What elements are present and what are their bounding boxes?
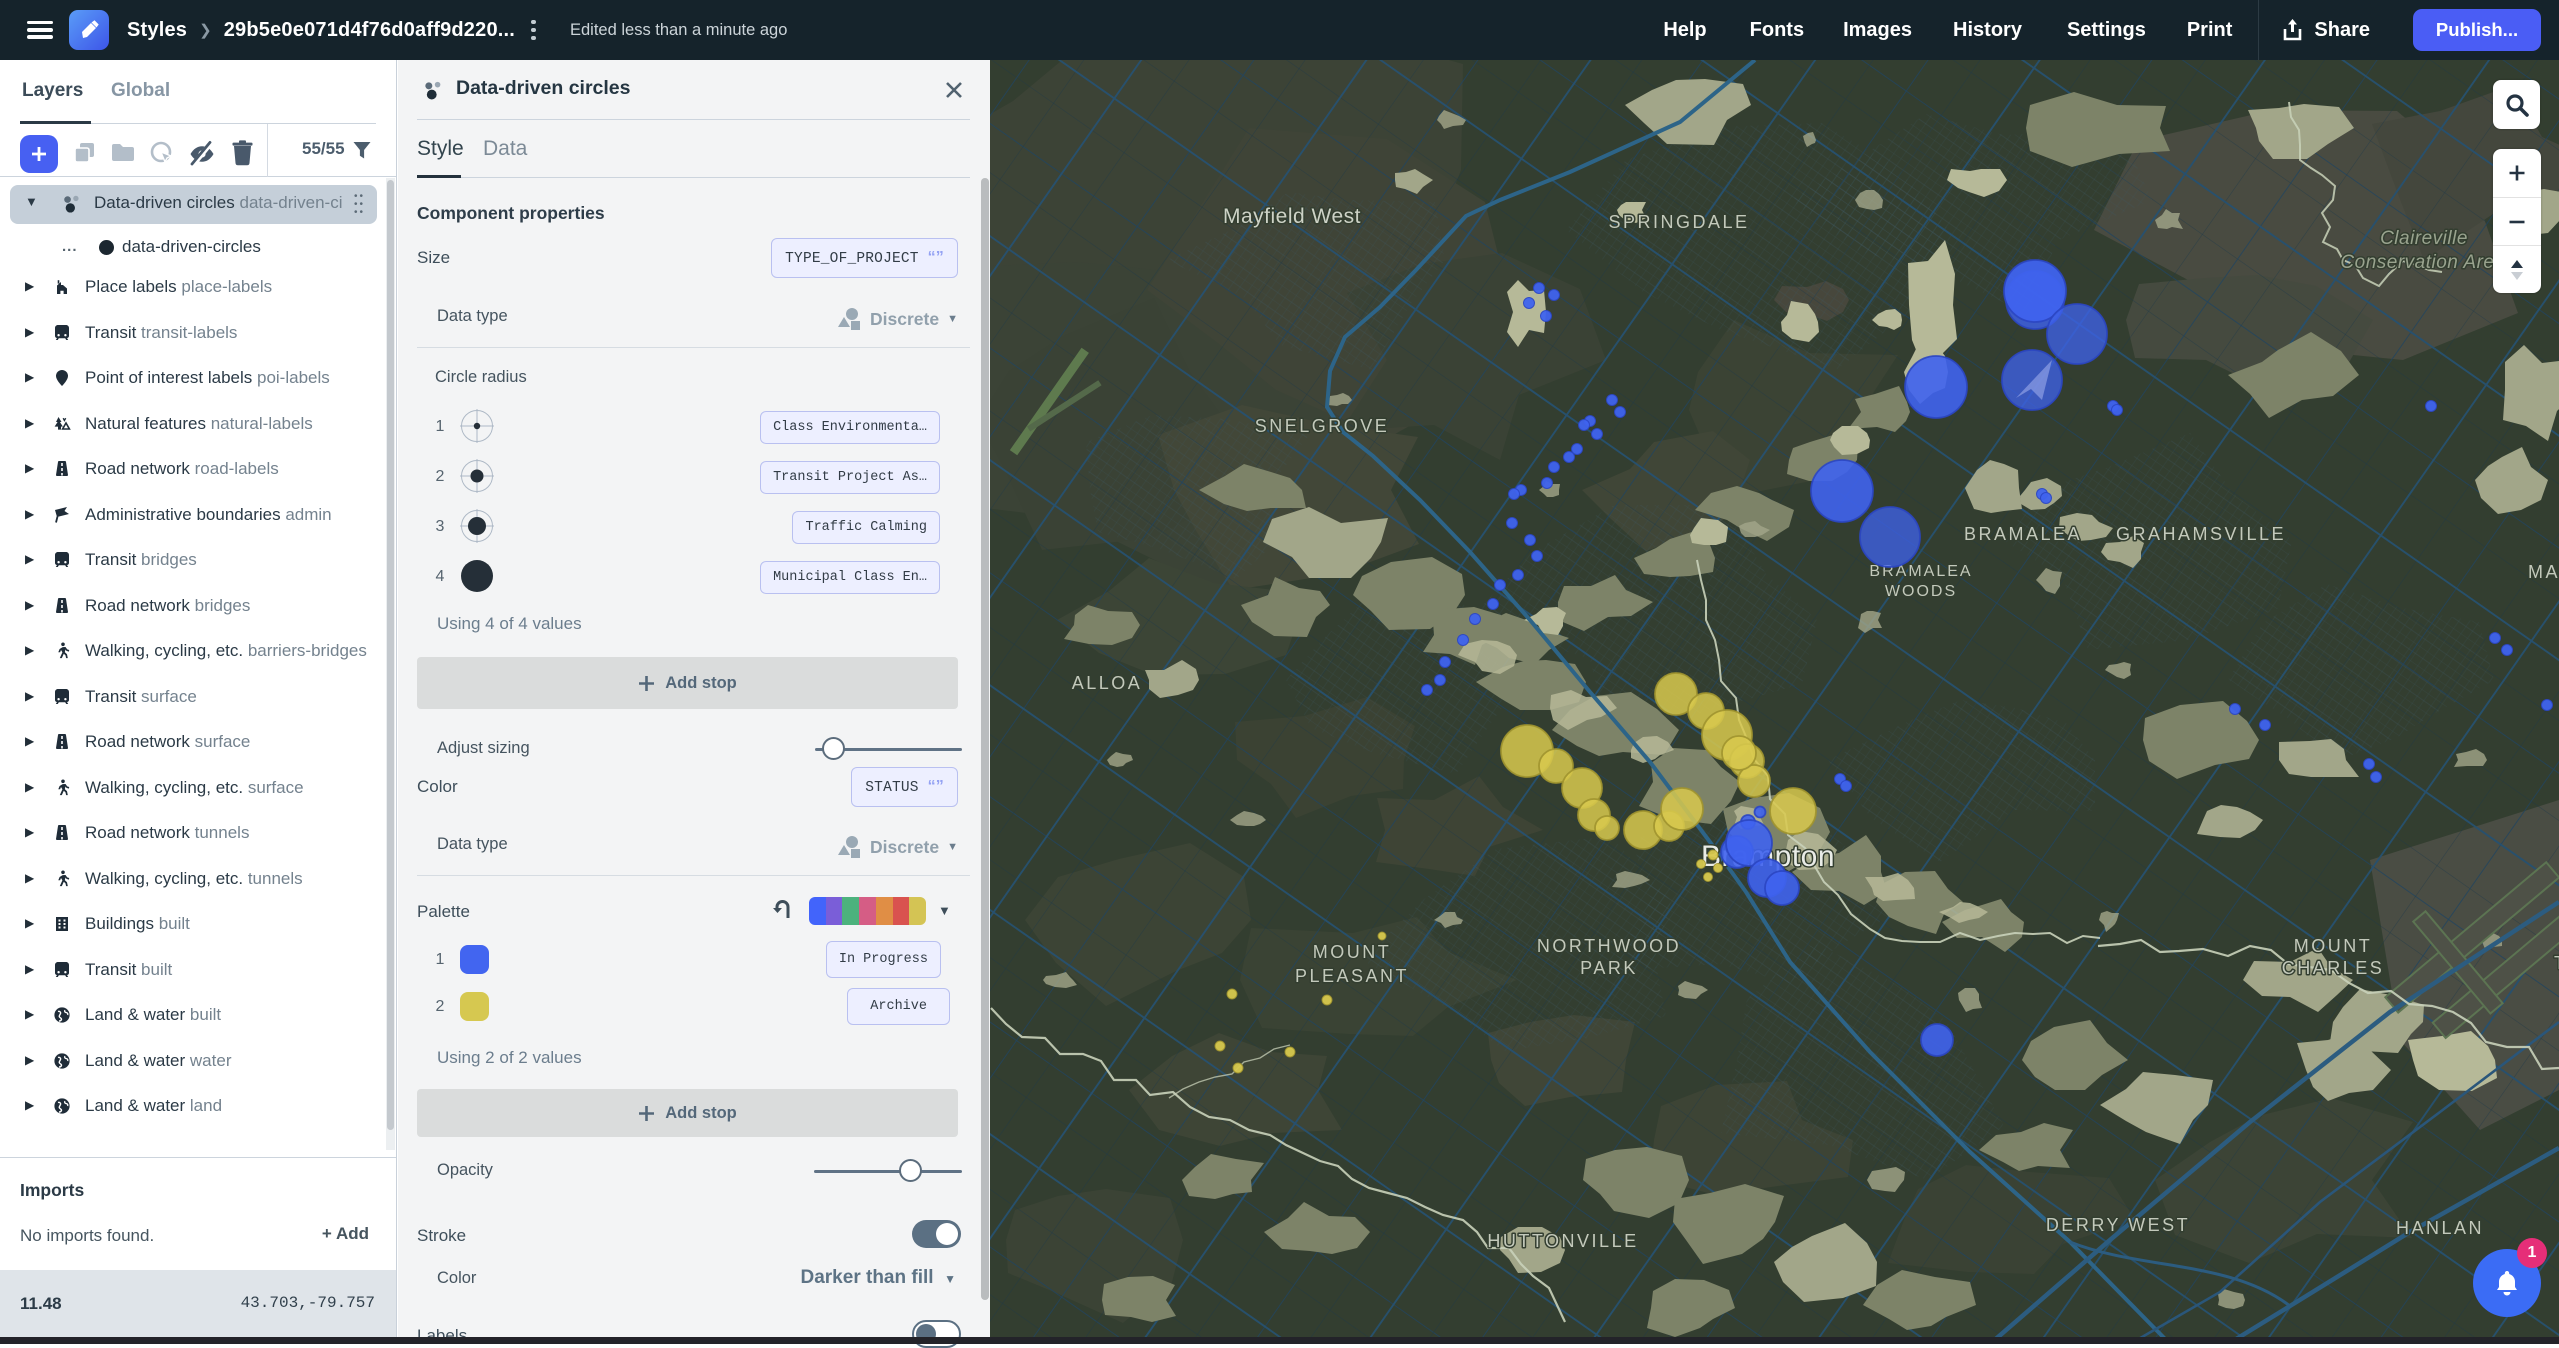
svg-text:HUTTONVILLE: HUTTONVILLE	[1487, 1231, 1638, 1251]
svg-text:NORTHWOOD: NORTHWOOD	[1537, 936, 1681, 956]
svg-text:MOUNT: MOUNT	[1313, 942, 1392, 962]
svg-text:GRAHAMSVILLE: GRAHAMSVILLE	[2116, 524, 2286, 544]
svg-text:WOODS: WOODS	[1885, 583, 1957, 600]
svg-text:PARK: PARK	[1580, 958, 1638, 978]
svg-text:Mayfield West: Mayfield West	[1223, 205, 1361, 228]
svg-text:DERRY WEST: DERRY WEST	[2046, 1215, 2190, 1235]
svg-text:HANLAN: HANLAN	[2396, 1218, 2484, 1238]
svg-text:T: T	[2554, 953, 2559, 973]
svg-text:SNELGROVE: SNELGROVE	[1255, 416, 1390, 436]
svg-text:MALT: MALT	[2528, 562, 2559, 582]
svg-text:ALLOA: ALLOA	[1072, 673, 1143, 693]
svg-text:CHARLES: CHARLES	[2282, 958, 2385, 978]
svg-text:SPRINGDALE: SPRINGDALE	[1608, 212, 1749, 232]
svg-text:Conservation Area: Conservation Area	[2340, 252, 2505, 273]
svg-text:Claireville: Claireville	[2380, 228, 2468, 249]
svg-text:BRAMALEA: BRAMALEA	[1964, 524, 2082, 544]
svg-text:MOUNT: MOUNT	[2294, 936, 2373, 956]
svg-text:PLEASANT: PLEASANT	[1295, 966, 1409, 986]
